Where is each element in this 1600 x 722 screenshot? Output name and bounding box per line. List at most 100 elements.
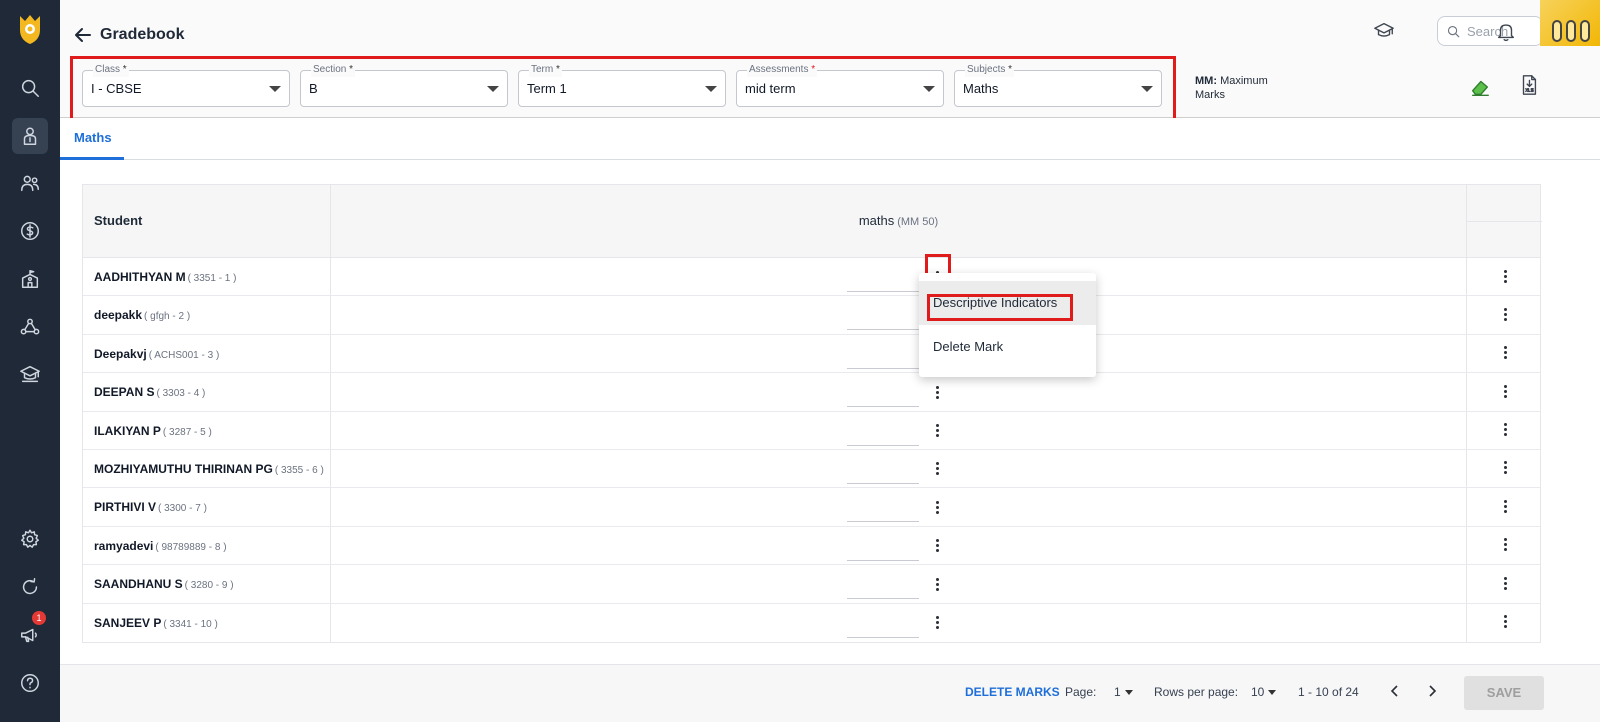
more-vert-icon[interactable] [1497,458,1513,478]
more-vert-icon[interactable] [1497,304,1513,324]
back-arrow-icon[interactable] [74,26,92,44]
fees-icon [21,222,39,240]
rows-per-page-select[interactable]: 10 [1251,685,1277,699]
user-avatar[interactable] [1540,0,1600,46]
table-row: DEEPAN S( 3303 - 4 ) [83,373,1542,412]
caret-down-icon [1124,690,1133,696]
section-dropdown[interactable]: Section * B [300,63,508,107]
mark-input[interactable] [847,342,919,369]
mark-cell [331,411,1467,449]
previous-page-button[interactable] [1387,683,1403,699]
more-vert-icon[interactable] [929,421,945,441]
more-vert-icon[interactable] [1497,420,1513,440]
page-select[interactable]: 1 [1114,685,1133,699]
more-vert-icon[interactable] [1497,612,1513,632]
mark-cell [331,373,1467,411]
megaphone-icon [21,628,37,643]
mark-input[interactable] [847,266,919,292]
notification-badge: 1 [32,611,46,625]
sidebar-item-refresh[interactable] [12,569,48,605]
more-vert-icon[interactable] [929,536,945,556]
mark-cell [331,296,1467,334]
save-button[interactable]: SAVE [1464,676,1544,710]
row-actions [1467,296,1542,333]
row-actions [1467,488,1542,525]
sidebar: 1 [0,0,60,722]
bell-icon [1497,24,1515,42]
table-row: AADHITHYAN M( 3351 - 1 ) [83,254,1540,297]
network-icon [20,318,40,335]
menu-item-highlight [927,294,1073,321]
subjects-value: Maths [963,81,999,96]
export-xls-button[interactable] [1518,74,1540,101]
app-logo[interactable] [16,12,44,46]
mark-input[interactable] [847,573,919,600]
tab-maths[interactable]: Maths [60,118,124,160]
row-actions [1467,604,1542,642]
row-actions [1467,565,1542,602]
more-vert-icon[interactable] [1497,496,1513,516]
sidebar-item-settings[interactable] [12,521,48,557]
sidebar-item-search[interactable] [12,70,48,106]
mark-input[interactable] [847,381,919,408]
max-marks-note: MM: Maximum Marks [1195,75,1268,101]
xls-download-icon [1522,75,1537,95]
sidebar-item-academics[interactable] [12,356,48,392]
subjects-label: Subjects * [965,63,1015,77]
more-vert-icon[interactable] [929,459,945,479]
menu-item-delete-mark[interactable]: Delete Mark [919,325,1096,369]
sidebar-item-school[interactable] [12,261,48,297]
gradebook-content: Student maths (MM 50) AADHITHYAN M( 3351 … [60,160,1600,680]
more-vert-icon[interactable] [1497,381,1513,401]
chevron-left-icon [1390,685,1398,697]
assessments-label: Assessments * [747,63,818,77]
delete-marks-button[interactable]: DELETE MARKS [965,685,1060,699]
clear-button[interactable] [1469,76,1491,103]
assessments-dropdown[interactable]: Assessments * mid term [736,63,944,107]
more-vert-icon[interactable] [929,497,945,517]
notifications-button[interactable] [1495,20,1517,47]
next-page-button[interactable] [1424,683,1440,699]
term-dropdown[interactable]: Term * Term 1 [518,63,726,107]
sidebar-item-network[interactable] [12,309,48,345]
student-column-header: Student [83,185,331,258]
table-row: Deepakvj( ACHS001 - 3 ) [83,334,1542,374]
student-cell: deepakk( gfgh - 2 ) [83,296,331,334]
table-row: SAANDHANU S( 3280 - 9 ) [83,565,1542,604]
more-vert-icon[interactable] [1497,535,1513,555]
main-area: Gradebook Search Class * I - CBSE Sectio… [60,0,1600,722]
more-vert-icon[interactable] [929,574,945,594]
table-row: PIRTHIVI V( 3300 - 7 ) [83,488,1542,527]
eraser-icon [1471,80,1489,96]
sidebar-item-users[interactable] [12,165,48,201]
sidebar-item-help[interactable] [12,665,48,701]
student-cell: MOZHIYAMUTHU THIRINAN PG( 3355 - 6 ) [83,449,331,488]
mark-input[interactable] [847,611,919,638]
avatar-shape [1552,20,1562,42]
mark-input[interactable] [847,534,919,561]
academics-button[interactable] [1373,20,1395,47]
more-vert-icon[interactable] [1497,343,1513,363]
subjects-dropdown[interactable]: Subjects * Maths [954,63,1162,107]
mark-input[interactable] [847,419,919,446]
mark-context-menu: Descriptive Indicators Delete Mark [919,273,1096,377]
student-cell: ILAKIYAN P( 3287 - 5 ) [83,411,331,449]
mark-input[interactable] [847,457,919,484]
row-actions [1467,373,1542,410]
sidebar-item-students[interactable] [12,118,48,154]
caret-down-icon [705,86,717,92]
sidebar-item-announcements[interactable]: 1 [12,611,48,653]
more-vert-icon[interactable] [1497,573,1513,593]
row-actions [1467,335,1542,372]
refresh-icon [22,578,38,595]
mark-input[interactable] [847,304,919,331]
more-vert-icon[interactable] [929,382,945,402]
mark-cell [331,526,1467,565]
class-dropdown[interactable]: Class * I - CBSE [82,63,290,107]
more-vert-icon[interactable] [929,613,945,633]
search-input[interactable]: Search [1437,16,1543,46]
page-header: Gradebook Search Class * I - CBSE Sectio… [60,0,1600,121]
more-vert-icon[interactable] [1497,266,1513,286]
sidebar-item-fees[interactable] [12,213,48,249]
mark-input[interactable] [847,496,919,523]
